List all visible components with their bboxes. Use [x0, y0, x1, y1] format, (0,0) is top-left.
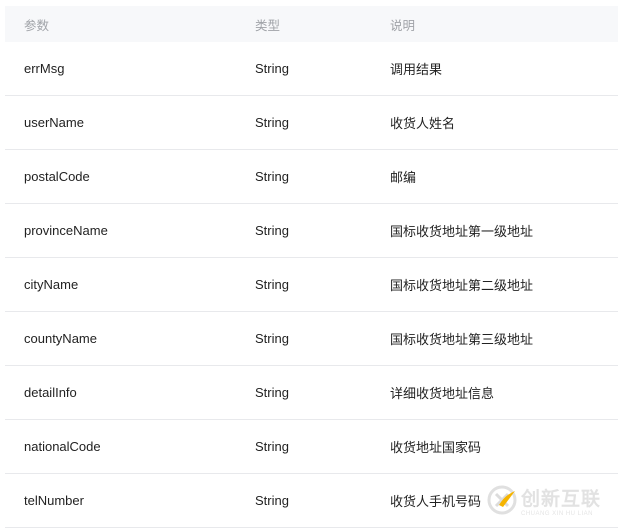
- watermark-pinyin: CHUANG XIN HU LIAN: [521, 510, 594, 517]
- watermark-name: 创新互联: [521, 488, 602, 510]
- column-header-description: 说明: [390, 18, 416, 33]
- param-type: String: [255, 385, 289, 400]
- param-name: countyName: [24, 331, 97, 346]
- param-description: 调用结果: [390, 62, 443, 77]
- watermark-logo: 创新互联 CHUANG XIN HU LIAN: [485, 478, 618, 522]
- param-name: detailInfo: [24, 385, 77, 400]
- param-type: String: [255, 331, 289, 346]
- param-name: cityName: [24, 277, 79, 292]
- table-row: cityName String 国标收货地址第二级地址: [5, 258, 618, 312]
- param-type: String: [255, 439, 289, 454]
- param-description: 收货人手机号码: [390, 494, 482, 509]
- table-row: errMsg String 调用结果: [5, 42, 618, 96]
- table-row: userName String 收货人姓名: [5, 96, 618, 150]
- param-name: telNumber: [24, 493, 84, 508]
- table-row: provinceName String 国标收货地址第一级地址: [5, 204, 618, 258]
- param-description: 收货人姓名: [390, 116, 456, 131]
- param-description: 详细收货地址信息: [390, 386, 495, 401]
- param-type: String: [255, 493, 289, 508]
- param-description: 国标收货地址第二级地址: [390, 278, 534, 293]
- table-row: nationalCode String 收货地址国家码: [5, 420, 618, 474]
- param-type: String: [255, 277, 289, 292]
- param-type: String: [255, 223, 289, 238]
- param-type: String: [255, 169, 289, 184]
- table-header: 参数 类型 说明: [5, 6, 618, 42]
- param-name: nationalCode: [24, 439, 101, 454]
- param-type: String: [255, 61, 289, 76]
- table-row: countyName String 国标收货地址第三级地址: [5, 312, 618, 366]
- param-description: 邮编: [390, 170, 417, 185]
- param-description: 国标收货地址第三级地址: [390, 332, 534, 347]
- column-header-param: 参数: [24, 18, 50, 33]
- param-description: 国标收货地址第一级地址: [390, 224, 534, 239]
- param-type: String: [255, 115, 289, 130]
- param-name: errMsg: [24, 61, 65, 76]
- param-description: 收货地址国家码: [390, 440, 482, 455]
- column-header-type: 类型: [255, 18, 281, 33]
- param-name: provinceName: [24, 223, 108, 238]
- parameter-table: 参数 类型 说明 errMsg String 调用结果 userName String 收…: [5, 6, 618, 528]
- table-row: detailInfo String 详细收货地址信息: [5, 366, 618, 420]
- param-name: postalCode: [24, 169, 90, 184]
- table-row: postalCode String 邮编: [5, 150, 618, 204]
- brand-logo-icon: [487, 485, 517, 515]
- param-name: userName: [24, 115, 84, 130]
